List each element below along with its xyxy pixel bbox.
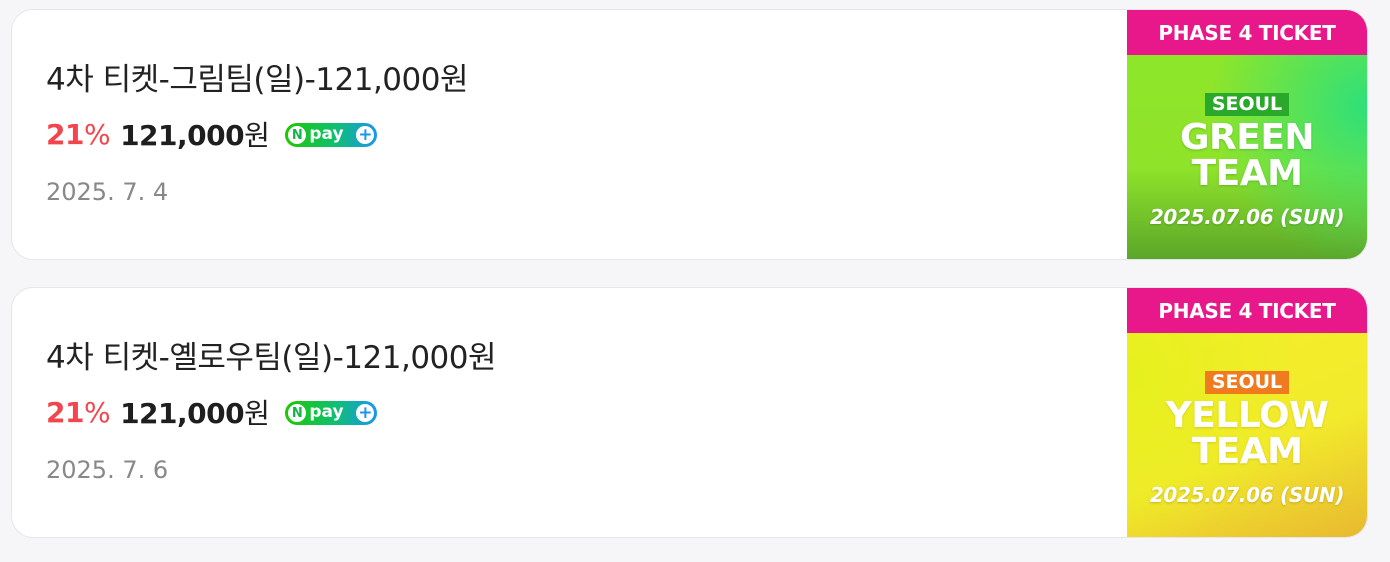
thumbnail-banner: PHASE 4 TICKET [1127,10,1367,55]
thumbnail-event-date: 2025.07.06 (SUN) [1149,205,1345,230]
thumbnail-team-line2: TEAM [1191,431,1303,473]
npay-n-icon: N [288,126,307,144]
price-unit: 원 [244,397,270,430]
sale-price: 121,000원 [120,392,270,432]
product-info: 4차 티켓-그림팀(일)-121,000원 21% 121,000원 N pay… [46,10,1127,259]
product-card[interactable]: 4차 티켓-그림팀(일)-121,000원 21% 121,000원 N pay… [11,9,1368,260]
discount-rate: 21% [46,395,111,429]
discount-unit: % [83,395,111,429]
discount-value: 21 [46,117,84,151]
price-value: 121,000 [120,119,245,152]
product-info: 4차 티켓-옐로우팀(일)-121,000원 21% 121,000원 N pa… [46,288,1127,537]
thumbnail-team-line2: TEAM [1191,153,1303,195]
thumbnail-team: YELLOW TEAM [1165,394,1329,473]
thumbnail-city: SEOUL [1204,92,1290,116]
npay-n-icon: N [288,404,307,422]
price-row: 21% 121,000원 N pay + [46,114,378,154]
price-row: 21% 121,000원 N pay + [46,392,378,432]
product-title[interactable]: 4차 티켓-옐로우팀(일)-121,000원 [46,332,497,377]
npay-plus-badge: N pay + [285,123,378,147]
sale-price: 121,000원 [120,114,270,154]
discount-rate: 21% [46,117,111,151]
thumbnail-artwork: SEOUL YELLOW TEAM 2025.07.06 (SUN) [1127,333,1367,537]
thumbnail-team: GREEN TEAM [1179,116,1315,195]
discount-unit: % [83,117,111,151]
discount-value: 21 [46,395,84,429]
thumbnail-banner: PHASE 4 TICKET [1127,288,1367,333]
plus-icon: + [356,402,375,423]
thumbnail-team-line1: YELLOW [1165,394,1329,436]
npay-plus-badge: N pay + [285,401,378,425]
product-date: 2025. 7. 6 [46,456,169,484]
product-date: 2025. 7. 4 [46,178,169,206]
thumbnail-city: SEOUL [1204,370,1290,394]
price-unit: 원 [244,119,270,152]
thumbnail-event-date: 2025.07.06 (SUN) [1149,483,1345,508]
plus-icon: + [356,124,375,145]
product-thumbnail[interactable]: PHASE 4 TICKET SEOUL YELLOW TEAM 2025.07… [1127,288,1367,537]
thumbnail-team-line1: GREEN [1179,116,1315,158]
npay-label: pay [309,123,344,144]
product-thumbnail[interactable]: PHASE 4 TICKET SEOUL GREEN TEAM 2025.07.… [1127,10,1367,259]
product-title[interactable]: 4차 티켓-그림팀(일)-121,000원 [46,54,469,99]
product-card[interactable]: 4차 티켓-옐로우팀(일)-121,000원 21% 121,000원 N pa… [11,287,1368,538]
thumbnail-artwork: SEOUL GREEN TEAM 2025.07.06 (SUN) [1127,55,1367,259]
npay-label: pay [309,401,344,422]
price-value: 121,000 [120,397,245,430]
